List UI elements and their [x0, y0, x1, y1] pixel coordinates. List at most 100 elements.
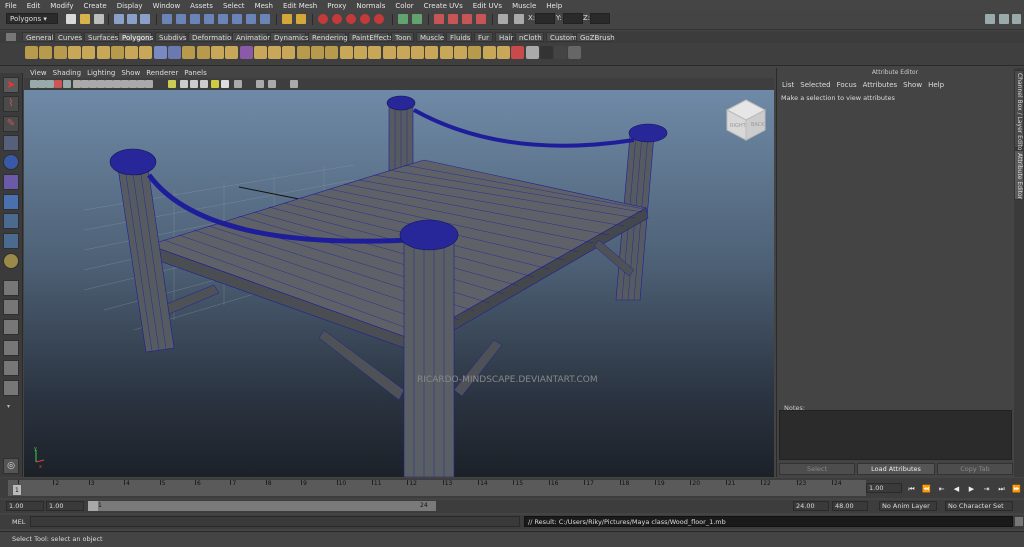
tab-toon[interactable]: Toon: [391, 32, 414, 42]
tab-fur[interactable]: Fur: [474, 32, 493, 42]
xray-joints-icon[interactable]: [256, 80, 264, 88]
pipe-icon[interactable]: [139, 46, 153, 59]
play-forwards-icon[interactable]: ▶: [966, 485, 977, 494]
step-back-icon[interactable]: ⏪: [921, 485, 932, 494]
load-attributes-button[interactable]: Load Attributes: [857, 463, 935, 475]
tab-general[interactable]: General: [22, 32, 54, 42]
tab-painteffects[interactable]: PaintEffects: [348, 32, 393, 42]
toggle-sidebar-icon[interactable]: [985, 14, 995, 24]
tab-gozbrush[interactable]: GoZBrush: [576, 32, 615, 42]
panel-menu-shading[interactable]: Shading: [53, 69, 81, 77]
checker-icon[interactable]: [539, 46, 553, 59]
copy-tab-button[interactable]: Copy Tab: [937, 463, 1013, 475]
perspective-viewport[interactable]: RICARDO-MINDSCAPE.DEVIANTART.COM RIGHT B…: [24, 90, 774, 477]
range-start-handle[interactable]: [88, 501, 98, 511]
reduce-icon[interactable]: [225, 46, 239, 59]
bevel-icon[interactable]: [382, 46, 396, 59]
xray-components-icon[interactable]: [268, 80, 276, 88]
universal-manipulator-icon[interactable]: [3, 194, 19, 210]
tab-polygons[interactable]: Polygons: [118, 32, 153, 42]
character-set-field[interactable]: No Character Set: [945, 501, 1013, 511]
wireframe-on-shaded-icon[interactable]: [145, 80, 153, 88]
merge-to-center-icon[interactable]: [439, 46, 453, 59]
gate-mask-icon[interactable]: [97, 80, 105, 88]
default-lighting-icon[interactable]: [168, 80, 176, 88]
2d-pan-icon[interactable]: [63, 80, 71, 88]
harden-edge-icon[interactable]: [496, 46, 510, 59]
extrude-icon[interactable]: [339, 46, 353, 59]
animation-start-field[interactable]: 1.00: [6, 501, 44, 511]
step-forward-icon[interactable]: ⏩: [1011, 485, 1022, 494]
all-lights-icon[interactable]: [180, 80, 188, 88]
resolution-gate-icon[interactable]: [89, 80, 97, 88]
tab-subdivs[interactable]: Subdivs: [155, 32, 187, 42]
triangulate-icon[interactable]: [253, 46, 267, 59]
step-back-key-icon[interactable]: ⇤: [936, 485, 947, 494]
playback-end-field[interactable]: 24.00: [793, 501, 829, 511]
poke-icon[interactable]: [396, 46, 410, 59]
shelf-options-icon[interactable]: [6, 33, 16, 41]
go-to-end-icon[interactable]: ⏭: [996, 485, 1007, 494]
quadrangulate-icon[interactable]: [268, 46, 282, 59]
plane-icon[interactable]: [82, 46, 96, 59]
delete-edge-icon[interactable]: [468, 46, 482, 59]
select-camera-icon[interactable]: [30, 80, 38, 88]
time-slider-track[interactable]: [8, 480, 866, 496]
tab-ncloth[interactable]: nCloth: [515, 32, 544, 42]
shadows-icon[interactable]: [190, 80, 198, 88]
camera-attributes-icon[interactable]: [38, 80, 46, 88]
pyramid-icon[interactable]: [125, 46, 139, 59]
channel-box-toggle-icon[interactable]: [999, 14, 1009, 24]
panel-menu-view[interactable]: View: [30, 69, 47, 77]
playback-start-field[interactable]: 1.00: [46, 501, 84, 511]
layout-four-icon[interactable]: [3, 299, 19, 315]
torus-icon[interactable]: [96, 46, 110, 59]
step-forward-key-icon[interactable]: ⇥: [981, 485, 992, 494]
cylinder-icon[interactable]: [53, 46, 67, 59]
panel-menu-lighting[interactable]: Lighting: [87, 69, 115, 77]
last-tool-icon[interactable]: [3, 253, 19, 269]
bridge-icon[interactable]: [353, 46, 367, 59]
select-tool-icon[interactable]: ➤: [3, 77, 19, 93]
append-polygon-icon[interactable]: [311, 46, 324, 59]
uv-editor-icon[interactable]: [568, 46, 582, 59]
extract-icon[interactable]: [182, 46, 196, 59]
tool-settings-toggle-icon[interactable]: [1012, 14, 1021, 24]
paint-select-tool-icon[interactable]: ✎: [3, 116, 19, 132]
animation-end-field[interactable]: 48.00: [832, 501, 868, 511]
combine-icon[interactable]: [153, 46, 167, 59]
grid-icon[interactable]: [73, 80, 81, 88]
soft-modification-icon[interactable]: [3, 213, 19, 229]
cone-icon[interactable]: [67, 46, 81, 59]
layout-persp-graph-icon[interactable]: [3, 340, 19, 356]
tab-hair[interactable]: Hair: [495, 32, 513, 42]
ae-menu-focus[interactable]: Focus: [837, 81, 857, 89]
wedge-icon[interactable]: [368, 46, 382, 59]
collapse-icon[interactable]: [454, 46, 467, 59]
tab-animation[interactable]: Animation: [232, 32, 272, 42]
script-editor-icon[interactable]: [1015, 517, 1023, 526]
fingerprint-icon[interactable]: ◎: [3, 458, 19, 474]
menu-item[interactable]: File: [0, 2, 22, 10]
ae-menu-list[interactable]: List: [782, 81, 794, 89]
select-button[interactable]: Select: [779, 463, 855, 475]
tab-channel-box[interactable]: Channel Box / Layer Editor: [1014, 70, 1024, 153]
smooth-icon[interactable]: [210, 46, 224, 59]
merge-icon[interactable]: [425, 46, 439, 59]
layout-side-by-side-icon[interactable]: [3, 319, 19, 335]
rotate-tool-icon[interactable]: [3, 154, 19, 170]
xray-icon[interactable]: [221, 80, 229, 88]
image-plane-icon[interactable]: [54, 80, 62, 88]
prism-icon[interactable]: [110, 46, 124, 59]
ae-menu-selected[interactable]: Selected: [800, 81, 830, 89]
uv-layout-icon[interactable]: [525, 46, 539, 59]
tab-muscle[interactable]: Muscle: [416, 32, 444, 42]
ae-menu-help[interactable]: Help: [928, 81, 944, 89]
tab-deformation[interactable]: Deformation: [188, 32, 236, 42]
tab-custom[interactable]: Custom: [546, 32, 577, 42]
make-hole-icon[interactable]: [296, 46, 310, 59]
anim-layer-field[interactable]: No Anim Layer: [879, 501, 937, 511]
wireframe-icon[interactable]: [129, 80, 137, 88]
range-bar[interactable]: 1 24: [88, 501, 436, 511]
tab-curves[interactable]: Curves: [54, 32, 82, 42]
